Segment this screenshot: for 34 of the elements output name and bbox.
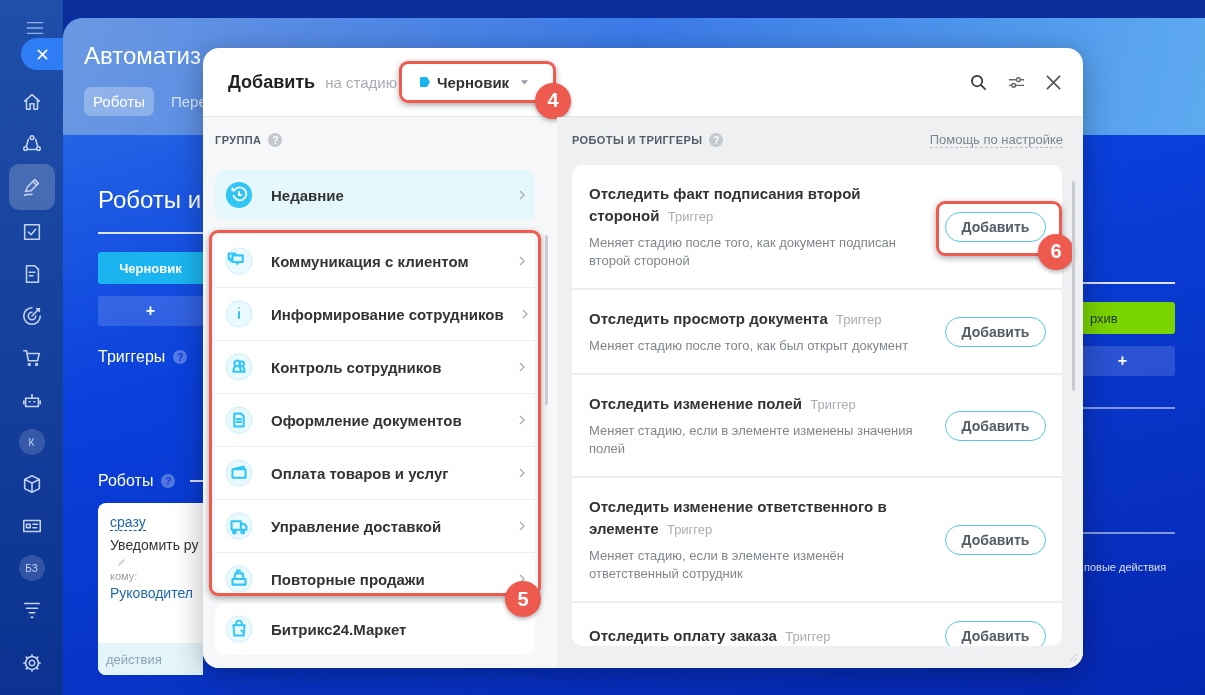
add-button[interactable]: Добавить <box>945 410 1046 441</box>
add-button[interactable]: Добавить <box>945 524 1046 555</box>
recipient-link[interactable]: Руководител <box>110 585 203 601</box>
sidebar-item[interactable]: К <box>10 422 53 462</box>
trigger-title: Отследить изменение полей Триггер <box>589 394 857 414</box>
trigger-title: Отследить просмотр документа Триггер <box>589 309 883 329</box>
card-footer: действия <box>98 643 203 675</box>
trigger-title: Отследить факт подписания второй стороной Триггер <box>589 184 862 226</box>
dialog-title: Добавить <box>228 71 316 93</box>
add-button[interactable]: Добавить <box>945 621 1046 646</box>
robot-title: Уведомить ру <box>110 537 200 553</box>
page-title: Автоматиз <box>84 42 202 70</box>
recipient-label: кому: <box>110 570 139 582</box>
robot-card[interactable]: сразу Уведомить ру кому: Руководител действия <box>98 503 203 675</box>
add-stage-button[interactable]: + <box>98 296 203 326</box>
trigger-description: Меняет стадию, если в элементе изменены значения полей <box>589 422 914 458</box>
robots-title: Роботы <box>98 471 154 491</box>
trigger-title: Отследить оплату заказа Триггер <box>589 625 832 646</box>
add-button[interactable]: Добавить <box>945 211 1046 242</box>
delay-link[interactable]: сразу <box>110 514 146 531</box>
step-badge: 6 <box>1038 233 1074 270</box>
column-title: РОБОТЫ И ТРИГГЕРЫ <box>572 134 703 146</box>
trigger-description: Меняет стадию после того, как был открыт документ <box>589 337 910 355</box>
trigger-description: Меняет стадию, если в элементе изменён ответственный сотрудник <box>589 547 845 583</box>
triggers-title: Триггеры <box>98 347 166 367</box>
trigger-title: Отследить изменение ответственного в элементе Триггер <box>589 497 888 539</box>
stage-prefix: на стадию <box>325 73 397 91</box>
trigger-description: Меняет стадию после того, как документ подписан второй стороной <box>589 234 897 270</box>
group-item[interactable]: Недавние <box>215 170 535 220</box>
column-title: ГРУППА <box>215 134 262 146</box>
sidebar-item[interactable]: БЗ <box>10 548 53 588</box>
section-heading: Роботы и <box>98 185 203 215</box>
step-badge: 4 <box>535 82 572 119</box>
add-button[interactable]: Добавить <box>945 316 1046 347</box>
